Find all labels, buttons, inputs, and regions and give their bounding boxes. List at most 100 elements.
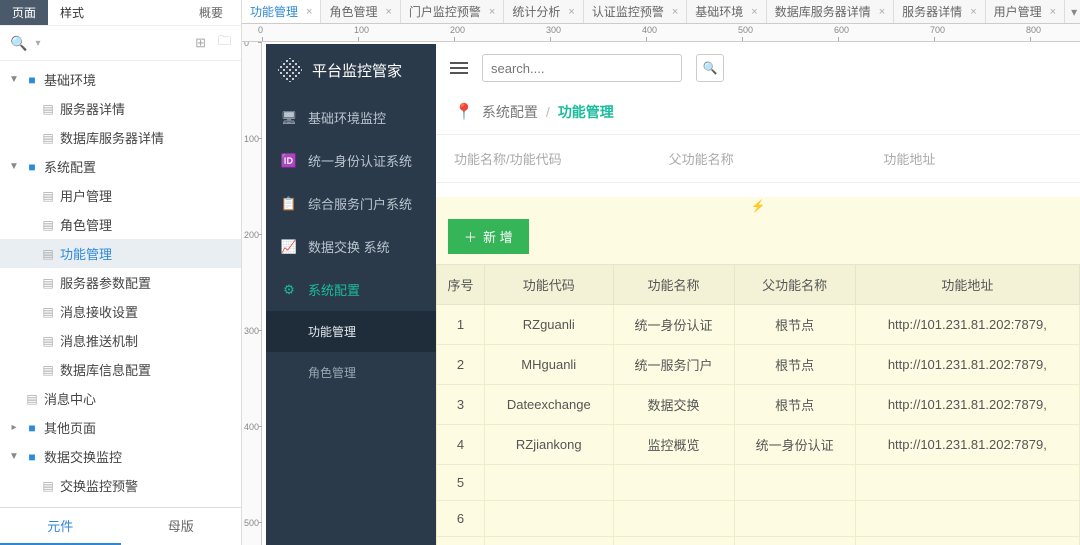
close-icon[interactable]: × [568,6,574,18]
close-icon[interactable]: × [306,6,312,18]
sidebar-menu-item[interactable]: 📋综合服务门户系统 [266,182,436,225]
table-cell: RZjiankong [485,425,614,465]
search-box[interactable] [482,54,682,82]
tree-item[interactable]: ▤ 消息中心 [0,384,241,413]
plus-icon: ＋ [464,227,477,246]
tree-item[interactable]: ▼ ▤ 统计分析 [0,500,241,507]
search-dropdown-icon[interactable]: ▾ [35,38,40,49]
column-header: 功能代码 [485,265,614,305]
breadcrumb-root[interactable]: 系统配置 [482,102,538,122]
table-cell [855,537,1079,545]
close-icon[interactable]: × [489,6,495,18]
table-cell [613,501,734,537]
tabs-overflow-icon[interactable]: ▾ [1065,5,1080,19]
table-row[interactable]: 2MHguanli统一服务门户根节点http://101.231.81.202:… [437,345,1080,385]
tree-toggle-icon[interactable]: ▼ [8,451,20,462]
tree-item[interactable]: ▤ 消息推送机制 [0,326,241,355]
ruler-mark: 200 [454,31,469,41]
close-icon[interactable]: × [970,6,976,18]
doc-tab-label: 门户监控预警 [409,3,481,20]
tree-item[interactable]: ▤ 数据库服务器详情 [0,123,241,152]
app-title: 平台监控管家 [312,60,402,81]
tree-item[interactable]: ▼ ■ 系统配置 [0,152,241,181]
app-root: 页面 样式 概要 🔍 ▾ ⊞ 🗀 ▼ ■ 基础环境 ▤ 服务器详情 ▤ 数据库服… [0,0,1080,545]
left-panel-tabs: 页面 样式 概要 [0,0,241,25]
table-row[interactable]: 7 [437,537,1080,545]
tree-item[interactable]: ▤ 消息接收设置 [0,297,241,326]
file-icon: ▤ [40,479,56,493]
close-icon[interactable]: × [385,6,391,18]
tree-item[interactable]: ▤ 功能管理 [0,239,241,268]
tree-label: 角色管理 [60,215,112,234]
sidebar-sub-item[interactable]: 角色管理 [266,352,436,393]
tree-item[interactable]: ▸ ■ 其他页面 [0,413,241,442]
search-icon[interactable]: 🔍 [10,35,27,52]
close-icon[interactable]: × [879,6,885,18]
folder-icon: ■ [24,73,40,87]
bottom-tab-component[interactable]: 元件 [0,508,121,545]
doc-tab[interactable]: 服务器详情× [894,0,985,23]
left-toolbar: 🔍 ▾ ⊞ 🗀 [0,25,241,61]
add-folder-icon[interactable]: 🗀 [218,32,231,54]
filter-input[interactable]: 功能地址 [865,135,1080,182]
sidebar-sub-item[interactable]: 功能管理 [266,311,436,352]
table-row[interactable]: 6 [437,501,1080,537]
tree-label: 消息中心 [44,389,96,408]
table-row[interactable]: 3Dateexchange数据交换根节点http://101.231.81.20… [437,385,1080,425]
tab-style[interactable]: 样式 [48,0,96,25]
ruler-mark: 400 [646,31,661,41]
doc-tab[interactable]: 用户管理× [986,0,1065,23]
folder-icon: ■ [24,450,40,464]
close-icon[interactable]: × [751,6,757,18]
file-icon: ▤ [40,131,56,145]
tab-page[interactable]: 页面 [0,0,48,25]
lightning-icon: ⚡ [436,197,1080,215]
menu-label: 数据交换 系统 [308,237,390,256]
table-cell: 3 [437,385,485,425]
search-button[interactable]: 🔍 [696,54,724,82]
tree-item[interactable]: ▤ 数据库信息配置 [0,355,241,384]
table-cell: 根节点 [734,345,855,385]
menu-label: 统一身份认证系统 [308,151,412,170]
add-button[interactable]: ＋ 新 增 [448,219,529,254]
tree-toggle-icon[interactable]: ▼ [8,161,20,172]
table-cell: 统一服务门户 [613,345,734,385]
doc-tab[interactable]: 统计分析× [504,0,583,23]
proto-sidebar: 平台监控管家 🖥基础环境监控🆔统一身份认证系统📋综合服务门户系统📈数据交换 系统… [266,44,436,545]
bottom-tab-master[interactable]: 母版 [121,508,242,545]
doc-tab[interactable]: 门户监控预警 × [401,0,504,23]
hamburger-icon[interactable] [450,62,468,74]
doc-tab[interactable]: 基础环境× [687,0,766,23]
tree-item[interactable]: ▤ 服务器详情 [0,94,241,123]
doc-tab[interactable]: 认证监控预警× [584,0,687,23]
table-row[interactable]: 1RZguanli统一身份认证根节点http://101.231.81.202:… [437,305,1080,345]
search-input[interactable] [491,61,673,76]
table-row[interactable]: 4RZjiankong监控概览统一身份认证http://101.231.81.2… [437,425,1080,465]
bottom-tabs: 元件 母版 [0,507,241,545]
doc-tab[interactable]: 角色管理× [321,0,400,23]
tree-item[interactable]: ▤ 角色管理 [0,210,241,239]
sidebar-menu-item[interactable]: 🆔统一身份认证系统 [266,139,436,182]
sidebar-menu-item[interactable]: 📈数据交换 系统 [266,225,436,268]
table-row[interactable]: 5 [437,465,1080,501]
design-canvas[interactable]: 平台监控管家 🖥基础环境监控🆔统一身份认证系统📋综合服务门户系统📈数据交换 系统… [262,42,1080,545]
doc-tab[interactable]: 数据库服务器详情× [767,0,894,23]
tree-toggle-icon[interactable]: ▼ [8,74,20,85]
tree-item[interactable]: ▼ ■ 基础环境 [0,65,241,94]
tree-item[interactable]: ▤ 服务器参数配置 [0,268,241,297]
tree-toggle-icon[interactable]: ▸ [8,422,20,433]
tree-item[interactable]: ▤ 用户管理 [0,181,241,210]
filter-input[interactable]: 父功能名称 [651,135,866,182]
tree-item[interactable]: ▼ ■ 数据交换监控 [0,442,241,471]
table-cell [485,501,614,537]
table-cell: 4 [437,425,485,465]
filter-input[interactable]: 功能名称/功能代码 [436,135,651,182]
close-icon[interactable]: × [1050,6,1056,18]
sidebar-menu-item[interactable]: ⚙系统配置 [266,268,436,311]
close-icon[interactable]: × [672,6,678,18]
tree-item[interactable]: ▤ 交换监控预警 [0,471,241,500]
doc-tab[interactable]: 功能管理× [242,0,321,23]
tab-overview[interactable]: 概要 [181,0,241,25]
add-page-icon[interactable]: ⊞ [195,35,206,51]
sidebar-menu-item[interactable]: 🖥基础环境监控 [266,96,436,139]
